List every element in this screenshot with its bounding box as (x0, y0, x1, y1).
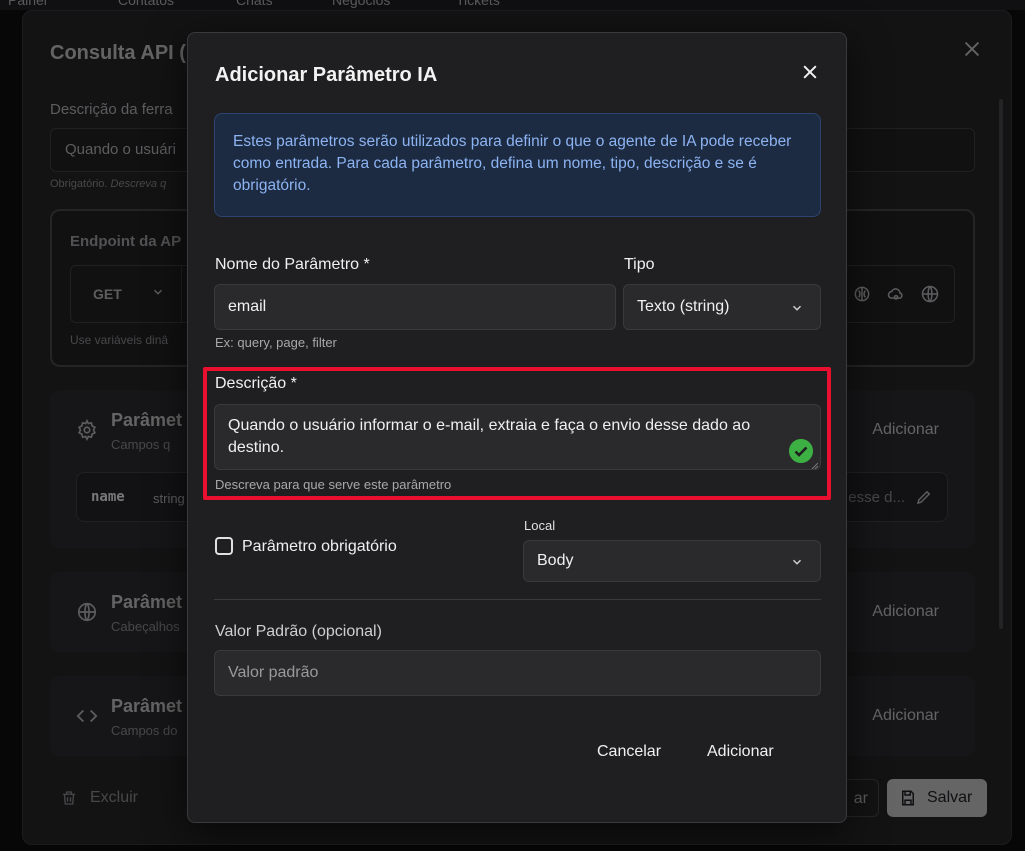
description-hint: Descreva para que serve este parâmetro (215, 477, 452, 492)
required-checkbox[interactable] (215, 537, 233, 555)
add-button[interactable]: Adicionar (707, 743, 774, 761)
type-select[interactable]: Texto (string) (623, 284, 821, 330)
default-value-label: Valor Padrão (opcional) (215, 623, 382, 640)
check-circle-icon (789, 439, 813, 463)
location-select-value: Body (537, 552, 574, 569)
cancel-button[interactable]: Cancelar (597, 743, 661, 761)
add-ai-parameter-modal: Adicionar Parâmetro IA Estes parâmetros … (187, 32, 847, 823)
type-label: Tipo (624, 256, 655, 273)
description-textarea[interactable]: Quando o usuário informar o e-mail, extr… (214, 404, 821, 470)
default-value-input[interactable]: Valor padrão (214, 650, 821, 696)
chevron-down-icon (792, 559, 802, 565)
location-label: Local (524, 518, 556, 533)
info-message: Estes parâmetros serão utilizados para d… (214, 113, 821, 217)
modal-title: Adicionar Parâmetro IA (215, 64, 438, 86)
description-label: Descrição * (215, 375, 297, 392)
type-select-value: Texto (string) (637, 298, 730, 315)
required-label[interactable]: Parâmetro obrigatório (242, 538, 397, 556)
divider (214, 599, 821, 600)
parameter-name-input[interactable]: email (214, 284, 616, 330)
close-icon[interactable] (800, 62, 820, 82)
location-select[interactable]: Body (523, 540, 821, 582)
chevron-down-icon (792, 305, 802, 311)
resize-handle-icon[interactable] (810, 461, 818, 469)
parameter-name-hint: Ex: query, page, filter (215, 335, 337, 350)
parameter-name-label: Nome do Parâmetro * (215, 256, 370, 273)
